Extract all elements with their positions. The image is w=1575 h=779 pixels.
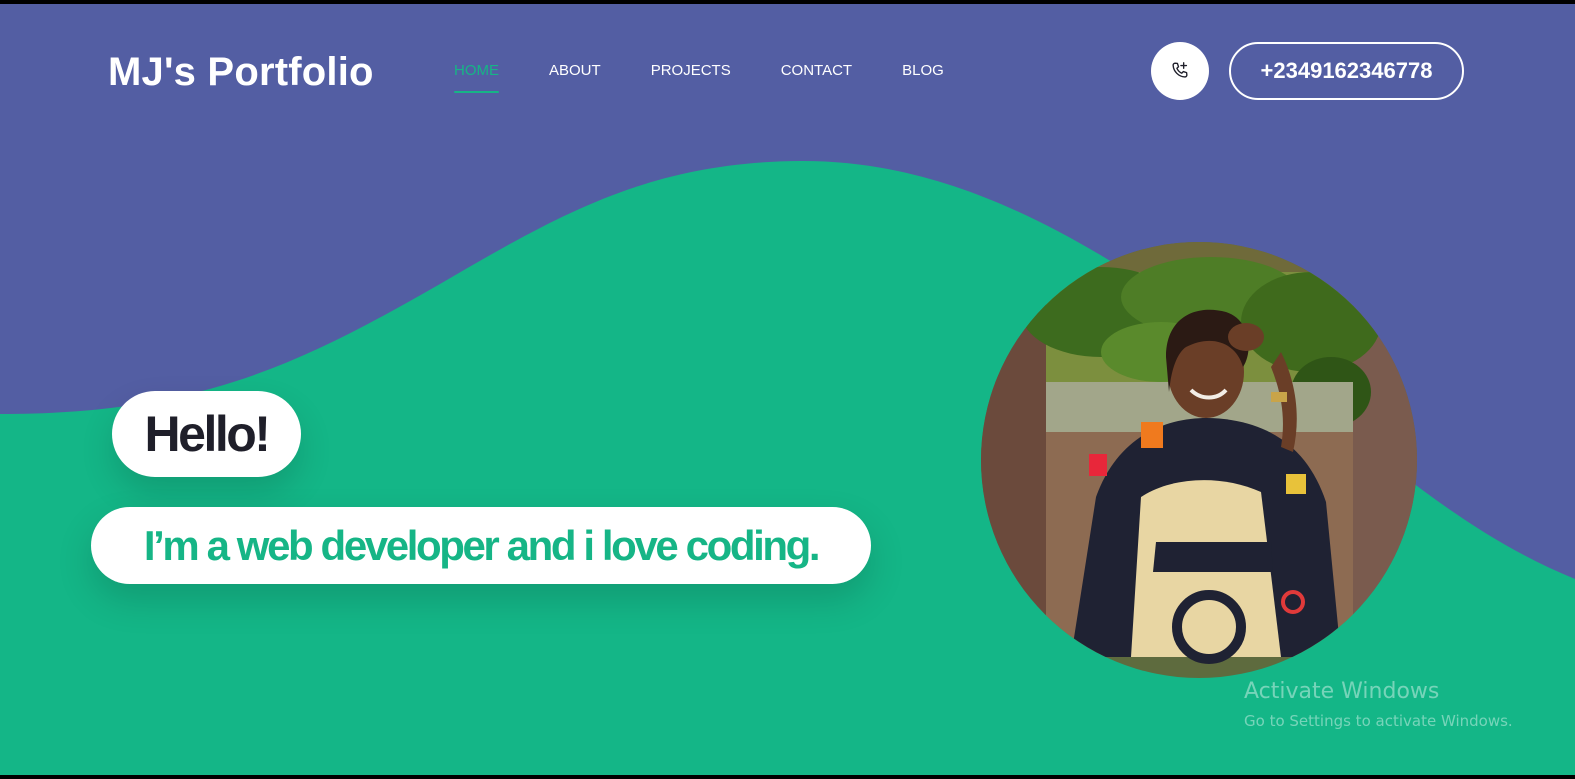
watermark-subtitle: Go to Settings to activate Windows. [1244,712,1513,730]
watermark-title: Activate Windows [1244,679,1440,704]
tagline-pill: I’m a web developer and i love coding. [91,507,871,584]
main-nav: HOME ABOUT PROJECTS CONTACT BLOG [454,62,944,93]
portfolio-page: MJ's Portfolio HOME ABOUT PROJECTS CONTA… [0,4,1575,775]
nav-about[interactable]: ABOUT [549,62,601,89]
phone-number-button[interactable]: +2349162346778 [1229,42,1464,100]
nav-projects[interactable]: PROJECTS [651,62,731,89]
site-logo[interactable]: MJ's Portfolio [108,50,374,95]
call-button[interactable] [1151,42,1209,100]
phone-plus-icon [1172,62,1188,78]
tagline-text: I’m a web developer and i love coding. [143,521,821,569]
nav-blog[interactable]: BLOG [902,62,944,89]
windows-activation-watermark: Activate Windows Go to Settings to activ… [1244,679,1513,730]
nav-home[interactable]: HOME [454,62,499,93]
greeting-pill: Hello! [112,391,301,477]
greeting-text: Hello! [144,406,271,462]
profile-photo [981,242,1417,678]
nav-contact[interactable]: CONTACT [781,62,852,89]
